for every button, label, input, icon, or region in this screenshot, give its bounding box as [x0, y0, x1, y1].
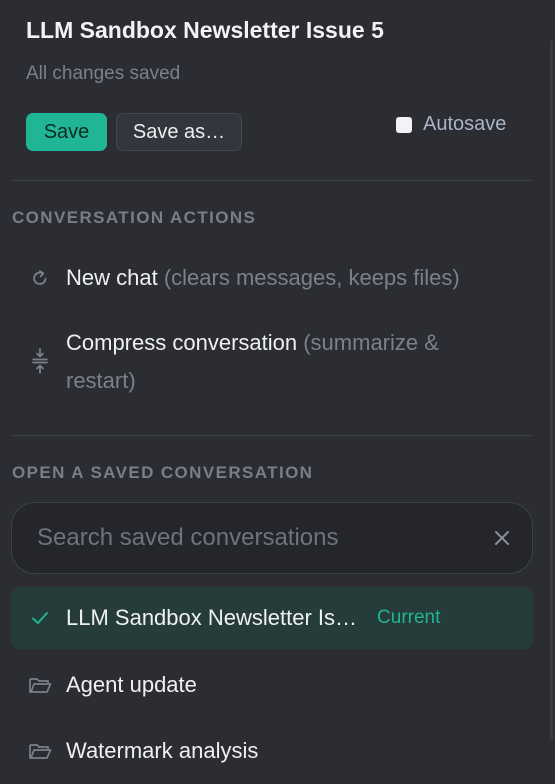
saved-conversation-item[interactable]: Agent update — [11, 654, 533, 716]
divider — [12, 180, 532, 181]
search-box — [11, 502, 533, 574]
conversation-label: Agent update — [66, 672, 197, 697]
refresh-icon — [26, 259, 54, 297]
search-input[interactable] — [12, 523, 472, 553]
conversation-actions-heading: CONVERSATION ACTIONS — [12, 208, 257, 227]
divider — [12, 435, 532, 436]
save-button[interactable]: Save — [26, 113, 107, 151]
autosave-toggle[interactable]: Autosave — [396, 113, 506, 136]
close-icon — [495, 531, 509, 545]
check-icon — [26, 611, 54, 625]
current-badge: Current — [377, 607, 441, 628]
saved-conversations-heading: OPEN A SAVED CONVERSATION — [12, 463, 314, 482]
conversation-label: Watermark analysis — [66, 738, 259, 763]
autosave-label: Autosave — [423, 113, 507, 135]
saved-conversation-item[interactable]: Watermark analysis — [11, 720, 533, 782]
folder-icon — [26, 742, 54, 760]
compress-label: Compress conversation — [66, 330, 298, 355]
new-chat-label: New chat — [66, 265, 158, 290]
clear-search-button[interactable] — [472, 508, 532, 568]
saved-conversation-current[interactable]: LLM Sandbox Newsletter Is… Current — [11, 587, 533, 649]
conversation-panel: LLM Sandbox Newsletter Issue 5 All chang… — [0, 0, 555, 784]
folder-icon — [26, 676, 54, 694]
conversation-label: LLM Sandbox Newsletter Is… — [66, 605, 358, 630]
compress-conversation-action[interactable]: Compress conversation (summarize & resta… — [26, 324, 496, 400]
save-status: All changes saved — [26, 63, 181, 84]
new-chat-hint: (clears messages, keeps files) — [163, 265, 460, 290]
compress-icon — [26, 324, 54, 400]
document-title: LLM Sandbox Newsletter Issue 5 — [26, 17, 384, 43]
new-chat-action[interactable]: New chat (clears messages, keeps files) — [26, 259, 460, 297]
scrollbar[interactable] — [550, 40, 553, 740]
save-as-button[interactable]: Save as… — [116, 113, 242, 151]
autosave-checkbox[interactable] — [396, 116, 412, 133]
